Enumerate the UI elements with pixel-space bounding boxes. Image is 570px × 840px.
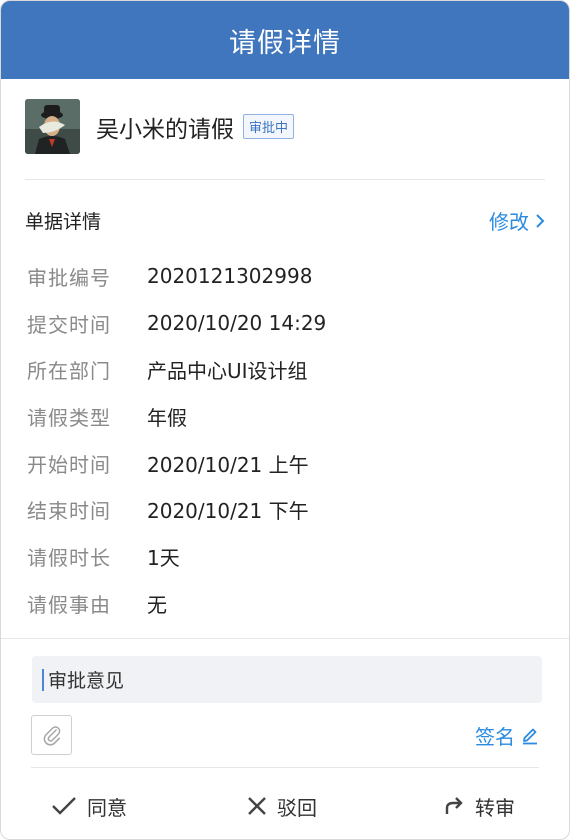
detail-row: 审批编号 2020121302998 bbox=[27, 253, 326, 300]
detail-label: 审批编号 bbox=[27, 265, 111, 290]
detail-value: 2020/10/20 14:29 bbox=[147, 311, 327, 336]
page-title: 请假详情 bbox=[229, 27, 341, 59]
detail-value: 2020/10/21 下午 bbox=[147, 499, 309, 524]
detail-label: 结束时间 bbox=[27, 499, 111, 524]
detail-value: 无 bbox=[147, 592, 167, 617]
detail-label: 开始时间 bbox=[27, 452, 111, 477]
detail-row: 请假类型 年假 bbox=[27, 393, 326, 440]
divider bbox=[1, 638, 569, 639]
chevron-right-icon bbox=[536, 213, 545, 228]
header-bar: 请假详情 bbox=[1, 1, 569, 79]
detail-row: 结束时间 2020/10/21 下午 bbox=[27, 486, 326, 533]
divider bbox=[31, 767, 539, 768]
text-cursor bbox=[42, 668, 44, 691]
detail-value: 2020121302998 bbox=[147, 264, 313, 289]
paperclip-icon bbox=[43, 726, 60, 746]
detail-value: 2020/10/21 上午 bbox=[147, 452, 309, 477]
edit-label: 修改 bbox=[489, 210, 529, 234]
detail-label: 所在部门 bbox=[27, 359, 111, 384]
pen-icon bbox=[523, 728, 537, 744]
transfer-label: 转审 bbox=[475, 795, 515, 820]
divider bbox=[25, 179, 545, 180]
status-badge: 审批中 bbox=[243, 114, 295, 139]
reject-button[interactable]: 驳回 bbox=[247, 792, 317, 821]
transfer-button[interactable]: 转审 bbox=[443, 792, 515, 821]
detail-label: 提交时间 bbox=[27, 312, 111, 337]
detail-value: 产品中心UI设计组 bbox=[147, 359, 308, 384]
detail-row: 请假时长 1天 bbox=[27, 533, 326, 580]
detail-label: 请假类型 bbox=[27, 405, 111, 430]
section-title: 单据详情 bbox=[25, 211, 102, 233]
leave-detail-card: 请假详情 吴小米的请假 审批中 单据详情 修改 审批编号 202012130299 bbox=[0, 0, 570, 840]
reject-label: 驳回 bbox=[277, 795, 317, 820]
opinion-input[interactable]: 审批意见 bbox=[32, 656, 542, 703]
approve-button[interactable]: 同意 bbox=[51, 792, 127, 821]
detail-value: 1天 bbox=[147, 545, 180, 570]
edit-link[interactable]: 修改 bbox=[489, 206, 545, 235]
detail-row: 请假事由 无 bbox=[27, 580, 326, 627]
section-header: 单据详情 修改 bbox=[25, 206, 545, 235]
signature-button[interactable]: 签名 bbox=[475, 721, 539, 750]
detail-row: 所在部门 产品中心UI设计组 bbox=[27, 346, 326, 393]
approve-label: 同意 bbox=[87, 795, 127, 820]
detail-value: 年假 bbox=[147, 405, 187, 430]
applicant-row: 吴小米的请假 审批中 bbox=[25, 99, 295, 154]
detail-label: 请假事由 bbox=[27, 592, 111, 617]
detail-row: 开始时间 2020/10/21 上午 bbox=[27, 440, 326, 487]
applicant-name: 吴小米的请假 bbox=[96, 116, 234, 143]
attach-button[interactable] bbox=[31, 715, 72, 755]
close-icon bbox=[248, 797, 266, 815]
detail-row: 提交时间 2020/10/20 14:29 bbox=[27, 300, 326, 347]
avatar bbox=[25, 99, 80, 154]
action-bar: 同意 驳回 转审 bbox=[1, 781, 569, 831]
redo-arrow-icon bbox=[445, 797, 463, 814]
detail-list: 审批编号 2020121302998 提交时间 2020/10/20 14:29 所… bbox=[27, 253, 326, 627]
detail-label: 请假时长 bbox=[27, 545, 111, 570]
check-icon bbox=[52, 797, 76, 815]
opinion-text: 审批意见 bbox=[48, 670, 125, 692]
signature-label: 签名 bbox=[475, 725, 515, 749]
